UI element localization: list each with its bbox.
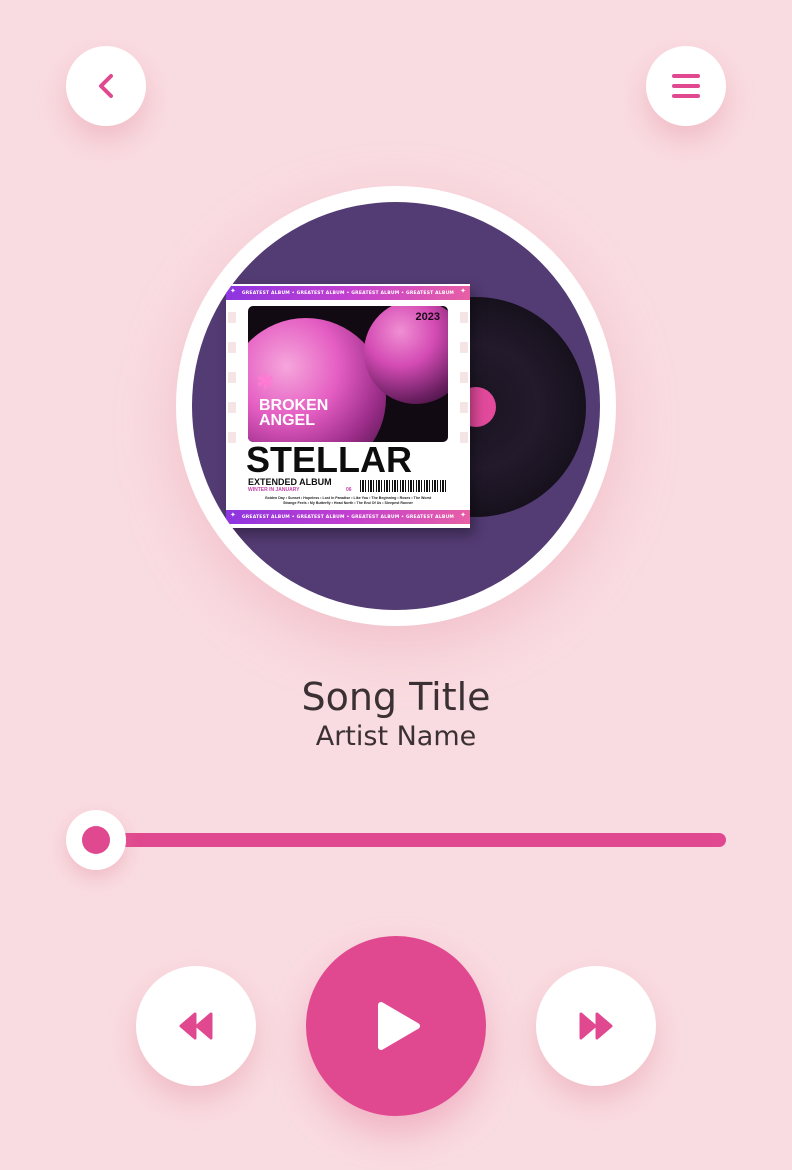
album-band-text: GREATEST ALBUM • GREATEST ALBUM • GREATE…	[241, 514, 455, 520]
film-hole	[460, 432, 468, 443]
fast-forward-button[interactable]	[536, 966, 656, 1086]
film-hole	[460, 402, 468, 413]
album-band-text: GREATEST ALBUM • GREATEST ALBUM • GREATE…	[241, 290, 455, 296]
barcode-icon	[360, 480, 448, 492]
album-year: 2023	[415, 311, 440, 323]
fast-forward-icon	[579, 1012, 613, 1040]
album-cover: ✦ GREATEST ALBUM • GREATEST ALBUM • GREA…	[192, 202, 600, 610]
album-subtitle: EXTENDED ALBUM	[248, 477, 332, 487]
film-hole	[228, 432, 236, 443]
film-hole	[460, 372, 468, 383]
film-hole	[460, 342, 468, 353]
progress-bar[interactable]	[96, 833, 726, 847]
rewind-icon	[179, 1012, 213, 1040]
album-tracklist: Golden Day • Sunset • Hopeless • Lost In…	[246, 496, 450, 506]
album-cover-frame: ✦ GREATEST ALBUM • GREATEST ALBUM • GREA…	[176, 186, 616, 626]
sparkle-icon: ✦	[460, 287, 466, 295]
rewind-button[interactable]	[136, 966, 256, 1086]
sparkle-icon: ✦	[460, 511, 466, 519]
progress-slider-thumb[interactable]	[66, 810, 126, 870]
album-band-top: ✦ GREATEST ALBUM • GREATEST ALBUM • GREA…	[226, 286, 470, 300]
film-hole	[460, 312, 468, 323]
chevron-left-icon	[99, 74, 113, 98]
album-cover-title-line1: BROKEN	[259, 397, 329, 414]
film-hole	[228, 312, 236, 323]
album-name: STELLAR	[246, 439, 412, 480]
album-cover-title-line2: ANGEL	[259, 412, 315, 429]
back-button[interactable]	[66, 46, 146, 126]
play-button[interactable]	[306, 936, 486, 1116]
album-cover-title: BROKEN ANGEL	[259, 397, 369, 429]
album-artwork: 2023 ✱ BROKEN ANGEL	[248, 306, 448, 442]
menu-button[interactable]	[646, 46, 726, 126]
album-sleeve-image: ✦ GREATEST ALBUM • GREATEST ALBUM • GREA…	[226, 284, 470, 528]
album-band-bottom: ✦ GREATEST ALBUM • GREATEST ALBUM • GREA…	[226, 510, 470, 524]
play-icon	[378, 1002, 420, 1050]
album-release-note: WINTER IN JANUARY	[248, 487, 300, 493]
sparkle-icon: ✦	[230, 511, 236, 519]
progress-slider-thumb-dot	[82, 826, 110, 854]
asterisk-icon: ✱	[256, 370, 275, 395]
song-title: Song Title	[301, 675, 491, 719]
artist-name: Artist Name	[315, 721, 477, 752]
film-hole	[228, 342, 236, 353]
hamburger-menu-icon	[672, 74, 700, 98]
album-tracklist-line2: Strange Feels • My Butterfly • Head Nort…	[283, 501, 413, 505]
film-hole	[228, 402, 236, 413]
sparkle-icon: ✦	[230, 287, 236, 295]
album-badge: 06	[346, 487, 352, 493]
film-hole	[228, 372, 236, 383]
